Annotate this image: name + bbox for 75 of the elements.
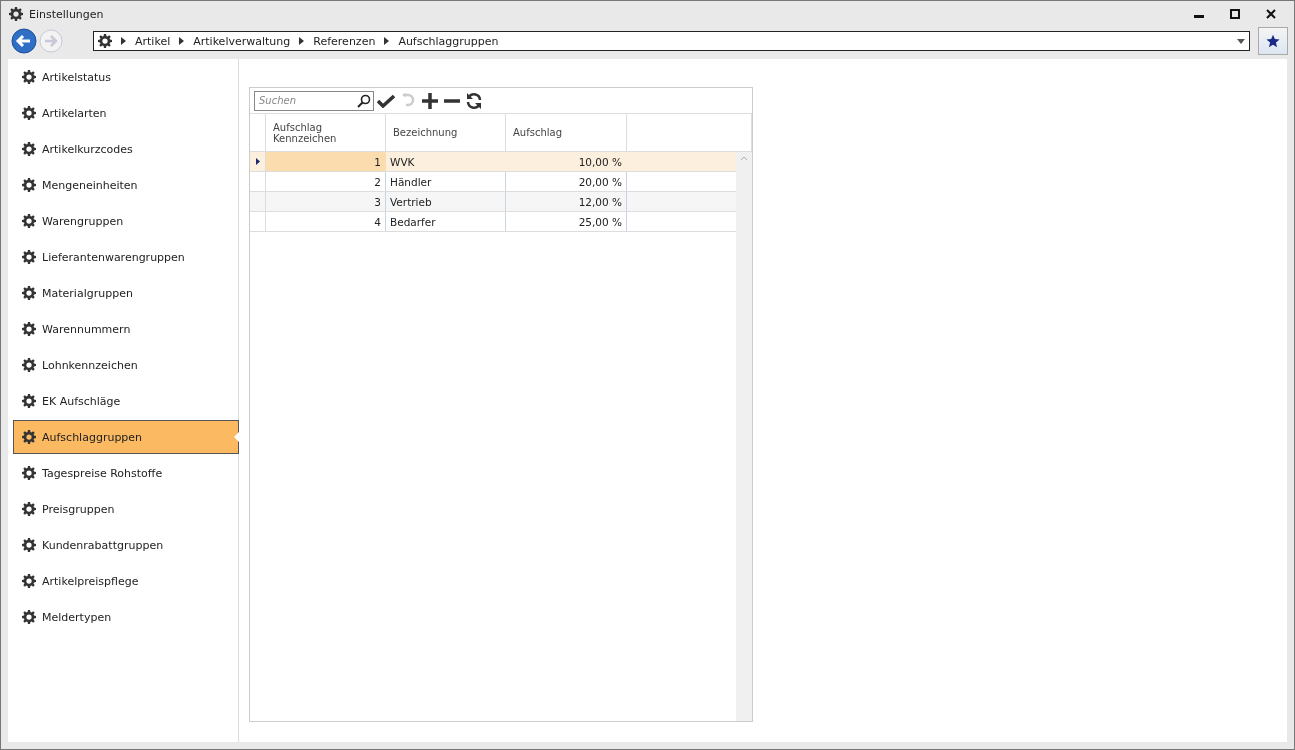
star-icon — [1266, 34, 1280, 48]
table-cell: 25,00 % — [506, 212, 627, 231]
table-row[interactable]: 3 Vertrieb 12,00 % — [250, 192, 736, 212]
window-title: Einstellungen — [29, 7, 105, 21]
gear-icon — [22, 538, 36, 552]
gear-icon — [22, 574, 36, 588]
sidebar-item[interactable]: Artikelarten — [13, 96, 238, 130]
breadcrumb-item[interactable]: Artikel — [135, 34, 171, 48]
column-header[interactable]: Bezeichnung — [386, 114, 506, 151]
gear-icon — [22, 70, 36, 84]
sidebar-item[interactable]: Artikelkurzcodes — [13, 132, 238, 166]
sidebar-item[interactable]: Tagespreise Rohstoffe — [13, 456, 238, 490]
gear-icon — [22, 106, 36, 120]
close-icon — [1266, 9, 1276, 19]
sidebar-item[interactable]: Artikelstatus — [13, 60, 238, 94]
gear-icon — [22, 358, 36, 372]
scroll-up-icon — [740, 156, 748, 161]
table-cell-text: WVK — [389, 154, 416, 170]
gear-icon — [22, 394, 36, 408]
gear-icon — [22, 322, 36, 336]
caret-icon — [384, 37, 390, 45]
caret-icon — [179, 37, 185, 45]
settings-icon — [98, 34, 112, 48]
add-icon[interactable] — [420, 90, 440, 111]
current-row-icon — [255, 158, 260, 165]
table-cell-text: 10,00 % — [577, 154, 623, 170]
table-row[interactable]: 1 WVK 10,00 % — [250, 152, 736, 172]
table-cell: 3 — [266, 192, 386, 211]
sidebar-item[interactable]: Meldertypen — [13, 600, 238, 634]
sidebar-item[interactable]: Warengruppen — [13, 204, 238, 238]
table-cell: 4 — [266, 212, 386, 231]
sidebar-item[interactable]: Kundenrabattgruppen — [13, 528, 238, 562]
search-field[interactable]: Suchen — [254, 90, 374, 111]
column-header[interactable]: Aufschlag — [506, 114, 627, 151]
sidebar-item[interactable]: Mengeneinheiten — [13, 168, 238, 202]
breadcrumb-item[interactable]: Referenzen — [313, 34, 376, 48]
caret-icon — [299, 37, 305, 45]
scrollbar[interactable] — [736, 152, 752, 721]
sidebar-item[interactable]: Lohnkennzeichen — [13, 348, 238, 382]
gear-icon — [22, 610, 36, 624]
table-row[interactable]: 4 Bedarfer 25,00 % — [250, 212, 736, 232]
caret-icon — [121, 37, 126, 45]
gear-icon — [22, 250, 36, 264]
sidebar-item[interactable]: Preisgruppen — [13, 492, 238, 526]
sidebar-item[interactable]: EK Aufschläge — [13, 384, 238, 418]
column-header[interactable]: Aufschlag Kennzeichen — [266, 114, 386, 151]
gear-icon — [22, 178, 36, 192]
maximize-icon — [1230, 9, 1240, 19]
sidebar-item[interactable]: Lieferantenwarengruppen — [13, 240, 238, 274]
favorite-button[interactable] — [1258, 27, 1288, 55]
breadcrumb-item[interactable]: Aufschlaggruppen — [398, 34, 499, 48]
settings-icon — [9, 7, 23, 21]
table-cell: Händler — [386, 172, 506, 191]
sidebar-item[interactable]: Artikelpreispflege — [13, 564, 238, 598]
search-icon — [357, 93, 371, 108]
table-cell: Vertrieb — [386, 192, 506, 211]
gear-icon — [22, 286, 36, 300]
breadcrumb-item[interactable]: Artikelverwaltung — [193, 34, 291, 48]
gear-icon — [22, 214, 36, 228]
gear-icon — [22, 466, 36, 480]
table-cell: 20,00 % — [506, 172, 627, 191]
gear-icon — [22, 502, 36, 516]
gear-icon — [22, 142, 36, 156]
table-cell: 2 — [266, 172, 386, 191]
breadcrumb-bar[interactable]: Artikel Artikelverwaltung Referenzen Aufschlaggruppen — [93, 31, 1250, 51]
sidebar-item[interactable]: Aufschlaggruppen — [13, 420, 239, 454]
table-cell: 1 — [266, 152, 386, 171]
sidebar-item[interactable]: Materialgruppen — [13, 276, 238, 310]
table-cell: 12,00 % — [506, 192, 627, 211]
table-cell: Bedarfer — [386, 212, 506, 231]
gear-icon — [22, 430, 36, 444]
dropdown-caret-icon[interactable] — [1237, 38, 1245, 44]
back-button[interactable] — [11, 28, 37, 54]
refresh-icon[interactable] — [464, 90, 484, 111]
sidebar-item[interactable]: Warennummern — [13, 312, 238, 346]
